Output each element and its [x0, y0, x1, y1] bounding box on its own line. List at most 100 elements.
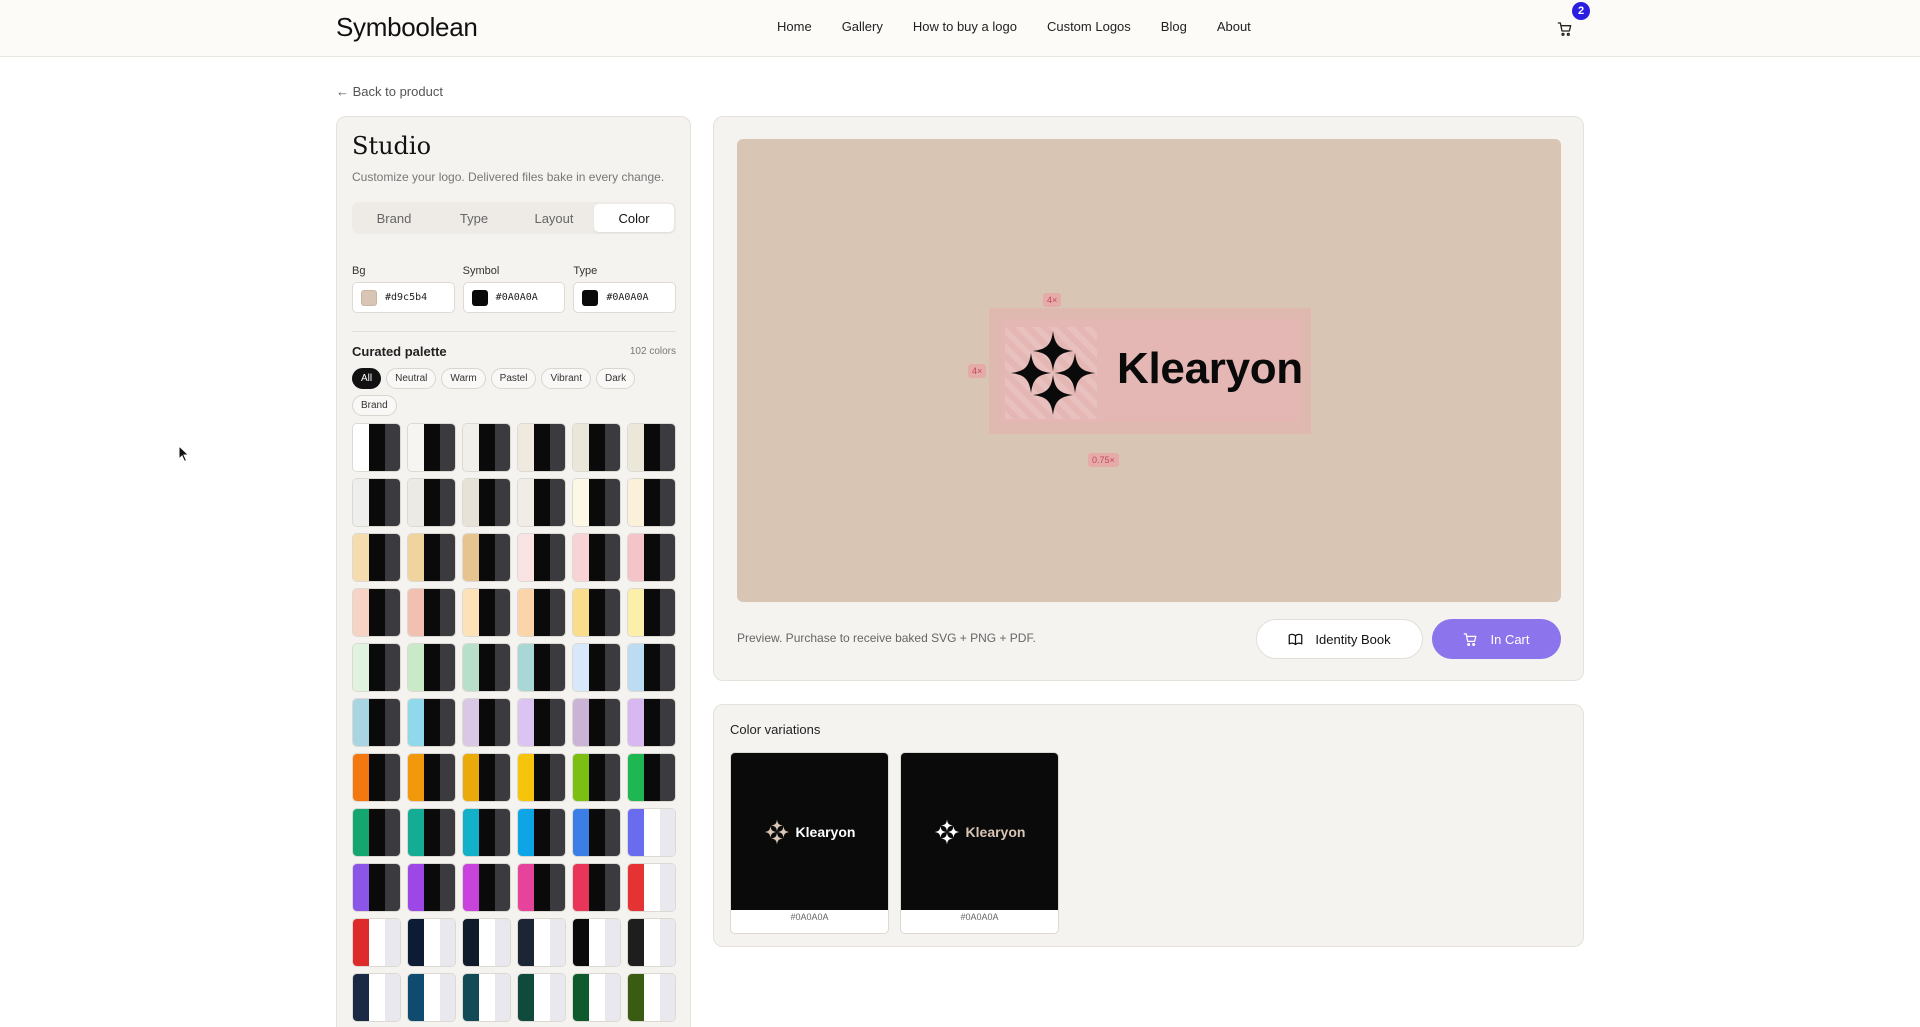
swatch-bg: [518, 974, 534, 1021]
palette-swatch[interactable]: [572, 753, 621, 802]
swatch-symbol: [479, 424, 495, 471]
palette-swatch[interactable]: [572, 808, 621, 857]
palette-swatch[interactable]: [352, 753, 401, 802]
bg-color-swatch[interactable]: [361, 289, 377, 306]
palette-swatch[interactable]: [627, 863, 676, 912]
palette-swatch[interactable]: [572, 423, 621, 472]
palette-swatch[interactable]: [462, 423, 511, 472]
palette-swatch[interactable]: [517, 533, 566, 582]
palette-swatch[interactable]: [462, 478, 511, 527]
nav-how-to-buy[interactable]: How to buy a logo: [913, 19, 1017, 34]
nav-gallery[interactable]: Gallery: [842, 19, 883, 34]
palette-swatch[interactable]: [517, 973, 566, 1022]
palette-swatch[interactable]: [352, 533, 401, 582]
swatch-symbol: [534, 974, 550, 1021]
in-cart-button[interactable]: In Cart: [1432, 619, 1561, 659]
palette-swatch[interactable]: [627, 918, 676, 967]
palette-swatch[interactable]: [517, 643, 566, 692]
palette-swatch[interactable]: [572, 973, 621, 1022]
palette-swatch[interactable]: [407, 588, 456, 637]
palette-swatch[interactable]: [407, 808, 456, 857]
palette-swatch[interactable]: [462, 808, 511, 857]
palette-swatch[interactable]: [517, 698, 566, 747]
filter-all[interactable]: All: [352, 368, 382, 389]
palette-swatch[interactable]: [352, 863, 401, 912]
palette-swatch[interactable]: [517, 588, 566, 637]
symbol-color-swatch[interactable]: [471, 289, 488, 306]
type-color-input[interactable]: #0A0A0A: [573, 282, 677, 313]
palette-swatch[interactable]: [572, 698, 621, 747]
symbol-color-input[interactable]: #0A0A0A: [462, 282, 566, 313]
palette-swatch[interactable]: [407, 863, 456, 912]
palette-swatch[interactable]: [462, 588, 511, 637]
filter-dark[interactable]: Dark: [595, 368, 636, 389]
tab-type[interactable]: Type: [434, 204, 514, 232]
palette-swatch[interactable]: [627, 423, 676, 472]
palette-swatch[interactable]: [627, 973, 676, 1022]
palette-swatch[interactable]: [407, 478, 456, 527]
palette-swatch[interactable]: [517, 423, 566, 472]
type-color-swatch[interactable]: [582, 289, 599, 306]
palette-swatch[interactable]: [572, 478, 621, 527]
tab-layout[interactable]: Layout: [514, 204, 594, 232]
bg-color-input[interactable]: #d9c5b4: [352, 282, 455, 313]
palette-swatch[interactable]: [352, 973, 401, 1022]
palette-swatch[interactable]: [517, 918, 566, 967]
palette-swatch[interactable]: [627, 478, 676, 527]
palette-swatch[interactable]: [517, 478, 566, 527]
palette-swatch[interactable]: [407, 533, 456, 582]
palette-swatch[interactable]: [572, 533, 621, 582]
filter-pastel[interactable]: Pastel: [490, 368, 537, 389]
palette-swatch[interactable]: [407, 753, 456, 802]
palette-swatch[interactable]: [627, 698, 676, 747]
palette-swatch[interactable]: [462, 918, 511, 967]
variation-card[interactable]: Klearyon #0A0A0A: [730, 752, 889, 934]
swatch-type: [495, 919, 510, 966]
palette-swatch[interactable]: [572, 643, 621, 692]
palette-swatch[interactable]: [352, 588, 401, 637]
palette-swatch[interactable]: [462, 753, 511, 802]
filter-warm[interactable]: Warm: [441, 368, 486, 389]
palette-swatch[interactable]: [627, 533, 676, 582]
palette-swatch[interactable]: [407, 423, 456, 472]
palette-swatch[interactable]: [352, 643, 401, 692]
palette-swatch[interactable]: [352, 918, 401, 967]
variation-card[interactable]: Klearyon #0A0A0A: [900, 752, 1059, 934]
filter-brand[interactable]: Brand: [352, 395, 397, 416]
palette-swatch[interactable]: [352, 478, 401, 527]
palette-swatch[interactable]: [627, 753, 676, 802]
filter-vibrant[interactable]: Vibrant: [541, 368, 591, 389]
filter-neutral[interactable]: Neutral: [386, 368, 437, 389]
palette-swatch[interactable]: [462, 698, 511, 747]
palette-swatch[interactable]: [572, 588, 621, 637]
palette-swatch[interactable]: [407, 918, 456, 967]
palette-swatch[interactable]: [517, 808, 566, 857]
palette-swatch[interactable]: [352, 423, 401, 472]
palette-swatch[interactable]: [462, 973, 511, 1022]
nav-about[interactable]: About: [1217, 19, 1251, 34]
palette-swatch[interactable]: [572, 918, 621, 967]
nav-custom-logos[interactable]: Custom Logos: [1047, 19, 1131, 34]
palette-swatch[interactable]: [407, 973, 456, 1022]
palette-swatch[interactable]: [407, 643, 456, 692]
palette-swatch[interactable]: [627, 643, 676, 692]
palette-swatch[interactable]: [517, 863, 566, 912]
nav-home[interactable]: Home: [777, 19, 812, 34]
palette-swatch[interactable]: [462, 863, 511, 912]
tab-color[interactable]: Color: [594, 204, 674, 232]
palette-swatch[interactable]: [407, 698, 456, 747]
palette-swatch[interactable]: [462, 533, 511, 582]
swatch-bg: [463, 589, 479, 636]
palette-swatch[interactable]: [517, 753, 566, 802]
palette-swatch[interactable]: [627, 588, 676, 637]
palette-swatch[interactable]: [627, 808, 676, 857]
back-to-product-link[interactable]: ← Back to product: [336, 84, 443, 99]
identity-book-button[interactable]: Identity Book: [1256, 619, 1423, 659]
palette-swatch[interactable]: [572, 863, 621, 912]
nav-blog[interactable]: Blog: [1161, 19, 1187, 34]
site-logo[interactable]: Symboolean: [336, 12, 478, 43]
palette-swatch[interactable]: [352, 698, 401, 747]
palette-swatch[interactable]: [462, 643, 511, 692]
tab-brand[interactable]: Brand: [354, 204, 434, 232]
palette-swatch[interactable]: [352, 808, 401, 857]
